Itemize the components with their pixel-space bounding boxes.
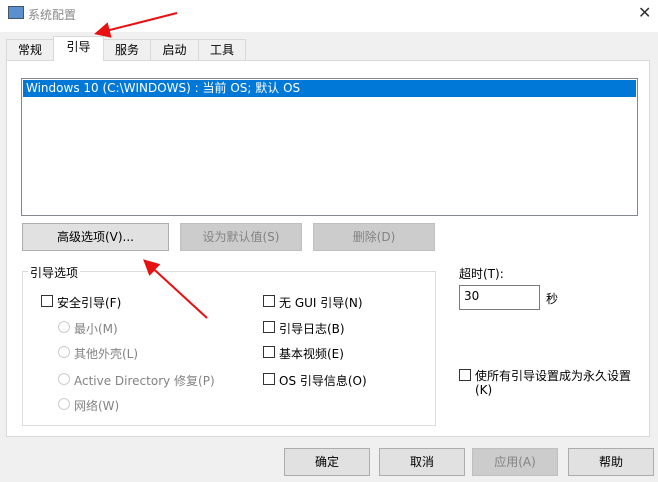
arrow-to-advanced-button-icon	[143, 259, 208, 319]
annotation-arrows	[94, 12, 208, 319]
arrow-to-boot-tab-icon	[94, 12, 178, 38]
